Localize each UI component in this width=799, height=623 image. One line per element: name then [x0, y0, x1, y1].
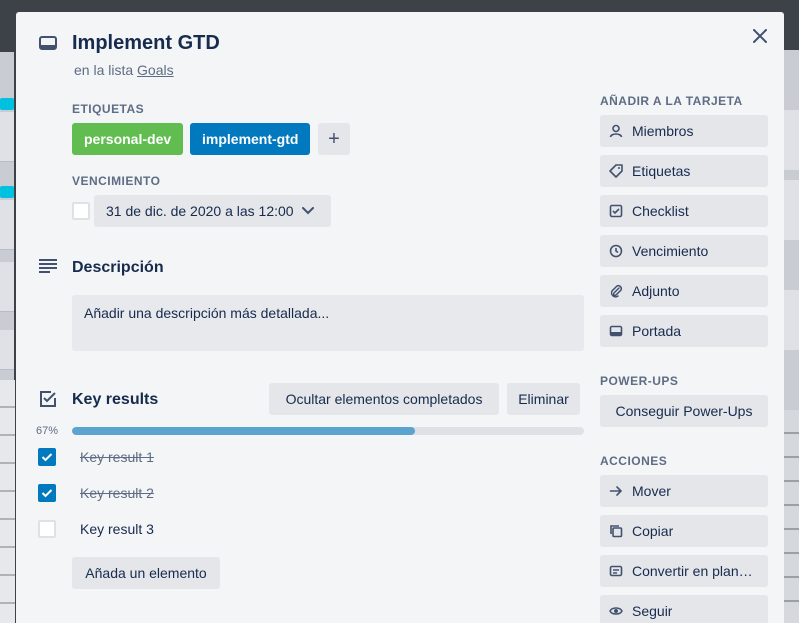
background-card	[784, 290, 799, 350]
template-icon	[608, 563, 624, 579]
sidebar-checklist-button[interactable]: Checklist	[600, 195, 768, 227]
sidebar-labels-button[interactable]: Etiquetas	[600, 155, 768, 187]
powerups-heading: POWER-UPS	[600, 374, 679, 388]
checklist-icon	[38, 389, 58, 409]
checklist-item-checkbox[interactable]	[38, 520, 56, 538]
delete-checklist-button[interactable]: Eliminar	[507, 383, 580, 415]
sidebar-button-label: Adjunto	[632, 283, 680, 299]
progress-percent: 67%	[36, 425, 59, 437]
add-checklist-item-button[interactable]: Añada un elemento	[72, 557, 220, 589]
description-title: Descripción	[72, 259, 164, 276]
sidebar-cover-button[interactable]: Portada	[600, 315, 768, 347]
background-card	[784, 110, 799, 170]
actions-heading: ACCIONES	[600, 454, 668, 468]
copy-icon	[608, 523, 624, 539]
sidebar-attachment-button[interactable]: Adjunto	[600, 275, 768, 307]
sidebar-copy-button[interactable]: Copiar	[600, 515, 768, 547]
sidebar-button-label: Mover	[632, 483, 671, 499]
sidebar-button-label: Portada	[632, 323, 682, 339]
background-card	[0, 330, 14, 370]
background-card	[0, 200, 14, 250]
close-icon	[753, 29, 767, 43]
card-icon	[38, 34, 58, 54]
sidebar-template-button[interactable]: Convertir en plan…	[600, 555, 768, 587]
due-date-value: 31 de dic. de 2020 a las 12:00	[106, 203, 294, 219]
in-list-prefix: en la lista	[74, 62, 134, 78]
sidebar-due-button[interactable]: Vencimiento	[600, 235, 768, 267]
background-card	[784, 180, 799, 240]
card-title[interactable]: Implement GTD	[72, 32, 220, 55]
sidebar-button-label: Seguir	[632, 603, 673, 619]
cover-icon	[608, 323, 624, 339]
eye-icon	[608, 603, 624, 619]
checkmark-icon	[41, 489, 53, 498]
due-complete-checkbox[interactable]	[72, 202, 90, 220]
background-card	[0, 262, 14, 312]
checklist-item-checkbox[interactable]	[38, 484, 56, 502]
close-button[interactable]	[748, 24, 772, 48]
background-card	[0, 112, 14, 162]
progress-fill	[72, 427, 416, 435]
sidebar-button-label: Convertir en plan…	[632, 563, 753, 579]
card-detail-modal: Implement GTD en la lista Goals ETIQUETA…	[16, 12, 784, 623]
background-label	[0, 186, 14, 198]
description-input[interactable]: Añadir una descripción más detallada...	[72, 295, 584, 351]
sidebar-button-label: Copiar	[632, 523, 674, 539]
list-reference: en la lista Goals	[74, 62, 174, 78]
list-link[interactable]: Goals	[137, 62, 174, 78]
sidebar-watch-button[interactable]: Seguir	[600, 595, 768, 623]
checklist-item-text[interactable]: Key result 2	[80, 485, 154, 501]
checklist-item-checkbox[interactable]	[38, 448, 56, 466]
checklist-item-text[interactable]: Key result 3	[80, 521, 154, 537]
background-desk	[784, 410, 799, 623]
sidebar-button-label: Miembros	[632, 123, 694, 139]
checkbox-icon	[608, 203, 624, 219]
background-label	[0, 98, 14, 110]
add-label-button[interactable]: +	[318, 123, 350, 155]
hide-completed-button[interactable]: Ocultar elementos completados	[269, 383, 499, 415]
background-desk	[0, 380, 15, 623]
sidebar-button-label: Checklist	[632, 203, 689, 219]
arrow-right-icon	[608, 483, 624, 499]
add-to-card-heading: AÑADIR A LA TARJETA	[600, 94, 743, 108]
get-powerups-button[interactable]: Conseguir Power-Ups	[600, 395, 768, 427]
checklist-title[interactable]: Key results	[72, 391, 158, 409]
due-date-button[interactable]: 31 de dic. de 2020 a las 12:00	[94, 195, 331, 227]
sidebar-members-button[interactable]: Miembros	[600, 115, 768, 147]
checkmark-icon	[41, 453, 53, 462]
labels-heading: ETIQUETAS	[72, 102, 145, 116]
sidebar-move-button[interactable]: Mover	[600, 475, 768, 507]
paperclip-icon	[608, 283, 624, 299]
progress-bar	[72, 427, 584, 435]
sidebar-button-label: Conseguir Power-Ups	[615, 403, 753, 419]
checklist-item-text[interactable]: Key result 1	[80, 449, 154, 465]
person-icon	[608, 123, 624, 139]
label-implement-gtd[interactable]: implement-gtd	[190, 123, 311, 155]
tag-icon	[608, 163, 624, 179]
sidebar-button-label: Vencimiento	[632, 243, 709, 259]
clock-icon	[608, 243, 624, 259]
description-icon	[38, 258, 58, 274]
label-personal-dev[interactable]: personal-dev	[72, 123, 184, 155]
due-heading: VENCIMIENTO	[72, 174, 161, 188]
chevron-down-icon	[301, 207, 314, 215]
sidebar-button-label: Etiquetas	[632, 163, 691, 179]
